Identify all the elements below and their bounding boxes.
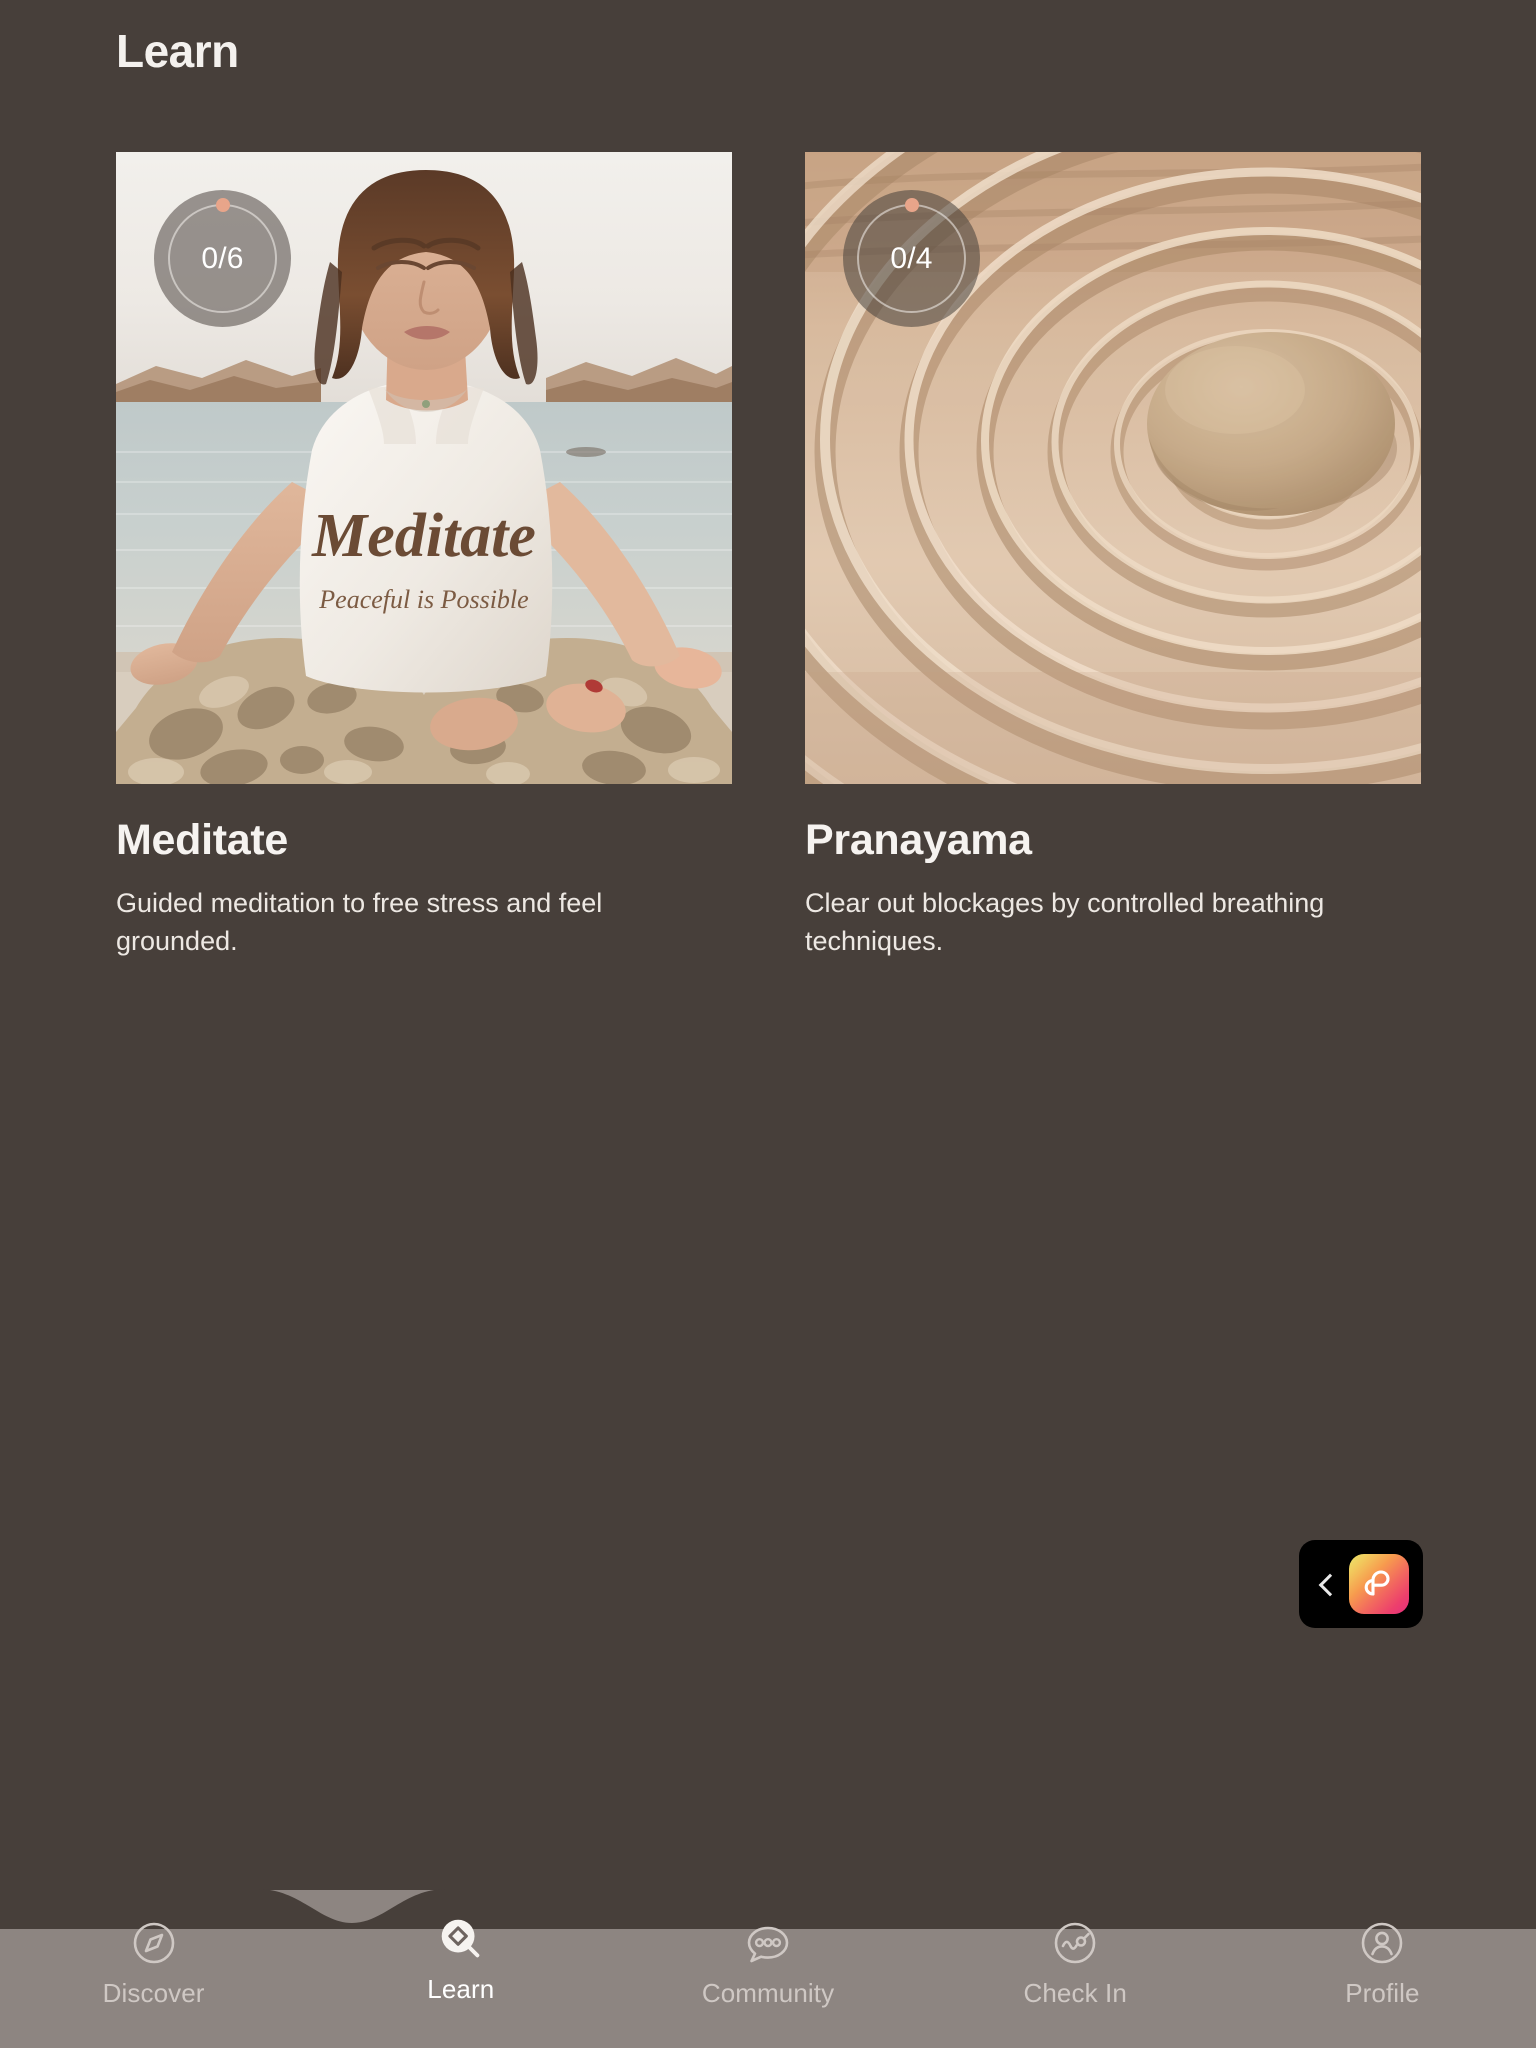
progress-indicator-dot [904, 198, 919, 212]
trend-circle-icon [1048, 1916, 1102, 1970]
nav-label: Discover [102, 1978, 205, 2008]
page-title: Learn [116, 25, 239, 77]
card-thumbnail[interactable]: Meditate Peaceful is Possible 0/6 [116, 152, 732, 784]
card-thumbnail[interactable]: 0/4 [805, 152, 1421, 784]
search-diamond-icon [434, 1912, 488, 1966]
nav-label: Community [701, 1978, 835, 2008]
person-circle-icon [1355, 1916, 1409, 1970]
card-title: Meditate [116, 816, 289, 864]
nav-item-check-in[interactable]: Check In [922, 1890, 1229, 2048]
progress-badge: 0/6 [154, 190, 291, 327]
learn-card-pranayama[interactable]: 0/4 Pranayama Clear out blockages by con… [805, 152, 1421, 960]
photos-app-icon[interactable] [1349, 1554, 1409, 1614]
nav-item-discover[interactable]: Discover [0, 1890, 307, 2048]
card-title: Pranayama [805, 816, 1032, 864]
app-switcher-pill[interactable] [1299, 1540, 1423, 1628]
shirt-secondary-text: Peaceful is Possible [318, 585, 528, 614]
progress-badge: 0/4 [843, 190, 980, 327]
chevron-left-icon[interactable] [1309, 1567, 1343, 1601]
nav-items: Discover Learn Community Check In Profil… [0, 1890, 1536, 2048]
photos-glyph [1364, 1570, 1390, 1596]
chat-bubble-icon [741, 1916, 795, 1970]
card-description: Clear out blockages by controlled breath… [805, 888, 1325, 956]
nav-item-community[interactable]: Community [614, 1890, 921, 2048]
learn-card-grid: Meditate Peaceful is Possible 0/6 Medita… [116, 152, 1421, 960]
nav-label: Check In [1023, 1978, 1127, 2008]
nav-label: Profile [1345, 1978, 1420, 2008]
nav-item-profile[interactable]: Profile [1229, 1890, 1536, 2048]
learn-card-meditate[interactable]: Meditate Peaceful is Possible 0/6 Medita… [116, 152, 732, 960]
progress-count: 0/4 [890, 241, 933, 275]
shirt-primary-text: Meditate [311, 502, 536, 570]
progress-count: 0/6 [201, 241, 244, 275]
nav-item-learn[interactable]: Learn [307, 1890, 614, 2048]
compass-icon [127, 1916, 181, 1970]
progress-indicator-dot [215, 198, 230, 212]
card-description: Guided meditation to free stress and fee… [116, 888, 603, 956]
nav-label: Learn [427, 1974, 495, 2004]
bottom-navigation-bar: Discover Learn Community Check In Profil… [0, 1889, 1536, 2048]
